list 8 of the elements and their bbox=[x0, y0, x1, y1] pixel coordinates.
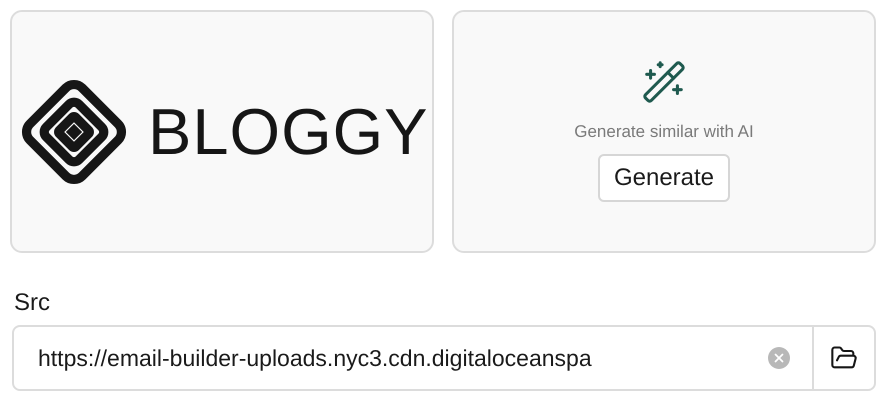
clear-icon bbox=[772, 351, 786, 365]
ai-hint: Generate similar with AI bbox=[574, 121, 754, 143]
src-label: Src bbox=[14, 291, 51, 315]
src-value: https://email-builder-uploads.nyc3.cdn.digitaloceanspa bbox=[37, 344, 593, 373]
logo-text: BLOGGY bbox=[148, 99, 429, 164]
generate-button[interactable]: Generate bbox=[598, 154, 730, 202]
src-input-field[interactable]: https://email-builder-uploads.nyc3.cdn.digitaloceanspa bbox=[12, 325, 876, 391]
magic-wand-icon bbox=[641, 59, 687, 105]
